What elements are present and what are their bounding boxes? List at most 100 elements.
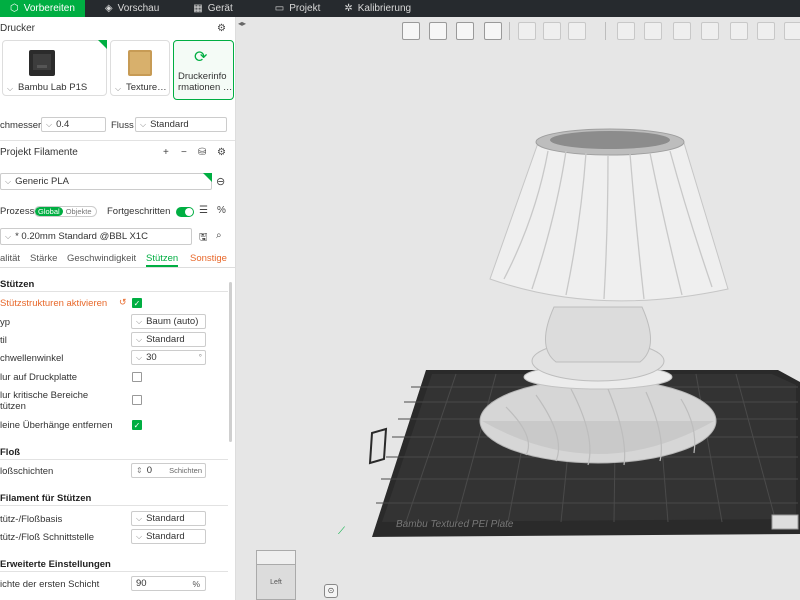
camera-reset-icon[interactable]: ⊙: [324, 584, 338, 598]
chevron-down-icon: ⌵: [136, 352, 143, 362]
tab-project-label: Projekt: [289, 3, 321, 14]
raft-layers-stepper[interactable]: ⇕ 0 Schichten: [131, 463, 206, 478]
subtab-quality[interactable]: alität: [0, 253, 20, 264]
plate-label: Bambu Textured PEI Plate: [396, 519, 514, 530]
top-tab-bar: ⬡ Vorbereiten ◈ Vorschau ▦ Gerät ▭ Proje…: [0, 0, 800, 17]
divider: [0, 505, 228, 506]
advanced-group-title: Erweiterte Einstellungen: [0, 559, 111, 570]
support-base-select[interactable]: ⌵ Standard: [131, 511, 206, 526]
tab-calibration[interactable]: ✲ Kalibrierung: [334, 0, 421, 17]
support-base-value: Standard: [146, 513, 185, 524]
view-cube-left-face[interactable]: Left: [256, 564, 296, 600]
first-layer-density-label: ichte der ersten Schicht: [0, 579, 100, 590]
chevron-down-icon: ⌵: [140, 119, 147, 129]
threshold-angle-unit: °: [198, 353, 202, 362]
advanced-label: Fortgeschritten: [107, 206, 171, 217]
stepper-arrows-icon: ⇕: [136, 466, 143, 475]
chevron-down-icon: ⌵: [136, 513, 143, 523]
3d-viewport[interactable]: ◂▸ Bambu Textured PEI Plate ⟋ Left ⊙: [236, 17, 800, 600]
printer-card[interactable]: ⌵ Bambu Lab P1S: [2, 40, 107, 96]
enable-support-label: Stützstrukturen aktivieren: [0, 298, 108, 309]
threshold-angle-input[interactable]: ⌵ 30 °: [131, 350, 206, 365]
printer-icon: [29, 50, 55, 76]
plate-name: Texture…: [126, 82, 167, 93]
support-style-select[interactable]: ⌵ Standard: [131, 332, 206, 347]
filament-section-header: Projekt Filamente + − ⛁ ⚙: [0, 142, 235, 162]
chevron-down-icon: ⌵: [115, 84, 122, 93]
chevron-down-icon: ⌵: [7, 84, 14, 93]
support-interface-select[interactable]: ⌵ Standard: [131, 529, 206, 544]
subtab-strength[interactable]: Stärke: [30, 253, 57, 264]
first-layer-density-value: 90: [136, 578, 147, 589]
settings-panel: Drucker ⚙ ⌵ Bambu Lab P1S ⌵ Texture… ⟳ D…: [0, 17, 236, 600]
process-section-title: Prozess: [0, 206, 35, 217]
support-type-select[interactable]: ⌵ Baum (auto): [131, 314, 206, 329]
search-icon[interactable]: ⌕: [216, 230, 222, 241]
scope-global[interactable]: Global: [35, 207, 63, 216]
flow-label: Fluss: [111, 120, 134, 131]
lamp-model[interactable]: [479, 128, 729, 466]
supports-group-title: Stützen: [0, 279, 35, 290]
support-interface-value: Standard: [146, 531, 185, 542]
printer-settings-gear-icon[interactable]: ⚙: [217, 23, 226, 34]
process-scope-toggle[interactable]: Global Objekte: [34, 206, 97, 217]
remove-filament-icon[interactable]: −: [181, 147, 187, 158]
tab-device[interactable]: ▦ Gerät: [183, 0, 242, 17]
printer-section-header: Drucker ⚙: [0, 18, 235, 38]
nozzle-select[interactable]: ⌵ 0.4: [41, 117, 106, 132]
divider: [0, 459, 228, 460]
advanced-toggle[interactable]: [176, 207, 194, 217]
printer-info-card[interactable]: ⟳ Druckerinfo rmationen …: [173, 40, 234, 100]
plate-card[interactable]: ⌵ Texture…: [110, 40, 170, 96]
support-interface-label: tütz-/Floß Schnittstelle: [0, 532, 94, 543]
filament-settings-gear-icon[interactable]: ⚙: [217, 147, 226, 158]
subtab-speed[interactable]: Geschwindigkeit: [67, 253, 136, 264]
enable-support-checkbox[interactable]: ✓: [132, 298, 142, 308]
raft-layers-value: 0: [146, 465, 152, 476]
printer-name: Bambu Lab P1S: [18, 82, 88, 93]
view-cube-top[interactable]: [256, 550, 296, 564]
remove-circle-icon[interactable]: ⊖: [216, 175, 225, 188]
percent-icon[interactable]: %: [217, 205, 226, 216]
raft-layers-label: loßschichten: [0, 466, 54, 477]
support-base-label: tütz-/Floßbasis: [0, 514, 63, 525]
reset-icon[interactable]: ↺: [119, 297, 127, 308]
critical-only-checkbox[interactable]: [132, 395, 142, 405]
printer-info-label-1: Druckerinfo: [178, 71, 227, 82]
first-layer-density-input[interactable]: 90 %: [131, 576, 206, 591]
tab-device-label: Gerät: [207, 3, 233, 14]
printer-info-label-2: rmationen …: [178, 82, 233, 93]
subtab-supports[interactable]: Stützen: [146, 253, 179, 267]
filament-select[interactable]: ⌵ Generic PLA: [0, 173, 212, 190]
tab-project[interactable]: ▭ Projekt: [265, 0, 331, 17]
flow-select[interactable]: ⌵ Standard: [135, 117, 227, 132]
tab-preview-label: Vorschau: [117, 3, 160, 14]
scope-objects[interactable]: Objekte: [63, 207, 95, 216]
calibration-icon: ✲: [344, 3, 353, 14]
save-preset-icon[interactable]: 🖫: [199, 230, 208, 247]
tab-prepare[interactable]: ⬡ Vorbereiten: [0, 0, 85, 17]
process-preset-select[interactable]: ⌵ * 0.20mm Standard @BBL X1C: [0, 228, 192, 245]
sync-filament-icon[interactable]: ⛁: [198, 147, 206, 158]
printer-section-title: Drucker: [0, 22, 36, 34]
filament-selected-marker: [203, 173, 212, 182]
tab-calibration-label: Kalibrierung: [357, 3, 412, 14]
divider: [0, 140, 235, 141]
plate-only-checkbox[interactable]: [132, 372, 142, 382]
filament-section-title: Projekt Filamente: [0, 146, 78, 158]
panel-scrollbar[interactable]: [229, 282, 232, 442]
subtab-other[interactable]: Sonstige: [190, 253, 227, 264]
tab-preview[interactable]: ◈ Vorschau: [95, 0, 169, 17]
first-layer-density-unit: %: [192, 578, 200, 589]
add-filament-icon[interactable]: +: [163, 147, 169, 158]
process-preset-value: * 0.20mm Standard @BBL X1C: [15, 231, 148, 242]
remove-small-overhangs-checkbox[interactable]: ✓: [132, 420, 142, 430]
remove-small-overhangs-label: leine Überhänge entfernen: [0, 420, 113, 431]
support-style-label: til: [0, 335, 7, 346]
view-cube[interactable]: Left: [256, 550, 296, 600]
critical-only-label-2: tützen: [0, 401, 26, 412]
threshold-angle-value: 30: [146, 352, 157, 363]
list-icon[interactable]: ☰: [199, 205, 208, 216]
chevron-down-icon: ⌵: [46, 119, 53, 129]
cube-icon: ⬡: [10, 3, 19, 14]
